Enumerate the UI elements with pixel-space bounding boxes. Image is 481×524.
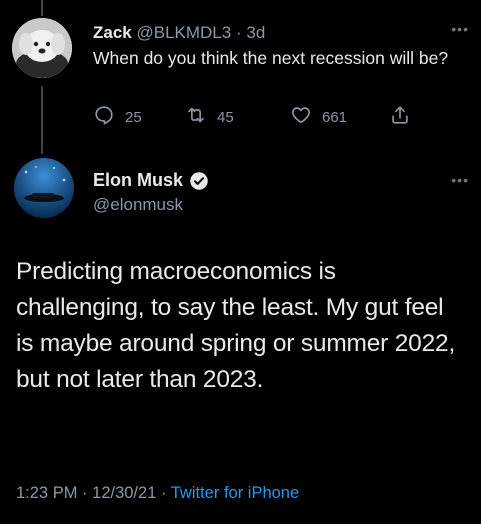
reply-icon xyxy=(93,104,115,131)
reply-button[interactable]: 25 xyxy=(93,103,142,131)
reply-header: Zack @BLKMDL3 · 3d xyxy=(93,22,461,44)
thread-connector-line xyxy=(41,0,43,16)
share-button[interactable] xyxy=(389,103,411,131)
retweet-button[interactable]: 45 xyxy=(185,103,234,131)
footer-separator: · xyxy=(82,484,88,502)
avatar[interactable] xyxy=(12,18,72,78)
author-handle[interactable]: @BLKMDL3 xyxy=(136,23,231,42)
more-icon[interactable]: ••• xyxy=(451,22,469,36)
action-bar: 25 45 661 xyxy=(93,103,423,131)
main-tweet-text: Predicting macroeconomics is challenging… xyxy=(16,258,456,393)
timestamp[interactable]: 3d xyxy=(246,23,265,42)
tweet-source-link[interactable]: Twitter for iPhone xyxy=(171,484,299,502)
like-count: 661 xyxy=(322,108,348,126)
heart-icon xyxy=(290,104,312,131)
tweet-thread: Zack @BLKMDL3 · 3d ••• When do you think… xyxy=(0,0,481,524)
retweet-count: 45 xyxy=(217,108,234,126)
tweet-date[interactable]: 12/30/21 xyxy=(92,484,156,502)
like-button[interactable]: 661 xyxy=(290,103,347,131)
reply-count: 25 xyxy=(125,108,142,126)
reply-tweet-text: When do you think the next recession wil… xyxy=(93,48,449,68)
share-icon xyxy=(389,104,411,131)
retweet-icon xyxy=(185,104,207,131)
more-icon[interactable]: ••• xyxy=(451,173,469,187)
author-handle[interactable]: @elonmusk xyxy=(93,195,183,215)
tweet-footer: 1:23 PM · 12/30/21 · Twitter for iPhone xyxy=(16,484,299,503)
verified-badge-icon xyxy=(189,171,209,191)
thread-connector-line xyxy=(41,86,43,154)
footer-separator: · xyxy=(160,484,167,502)
author-name[interactable]: Zack xyxy=(93,23,132,42)
tweet-time[interactable]: 1:23 PM xyxy=(16,484,77,502)
author-name-label: Elon Musk xyxy=(93,170,184,190)
meta-separator: · xyxy=(235,23,242,42)
author-name[interactable]: Elon Musk xyxy=(93,170,209,191)
avatar[interactable] xyxy=(14,158,74,218)
